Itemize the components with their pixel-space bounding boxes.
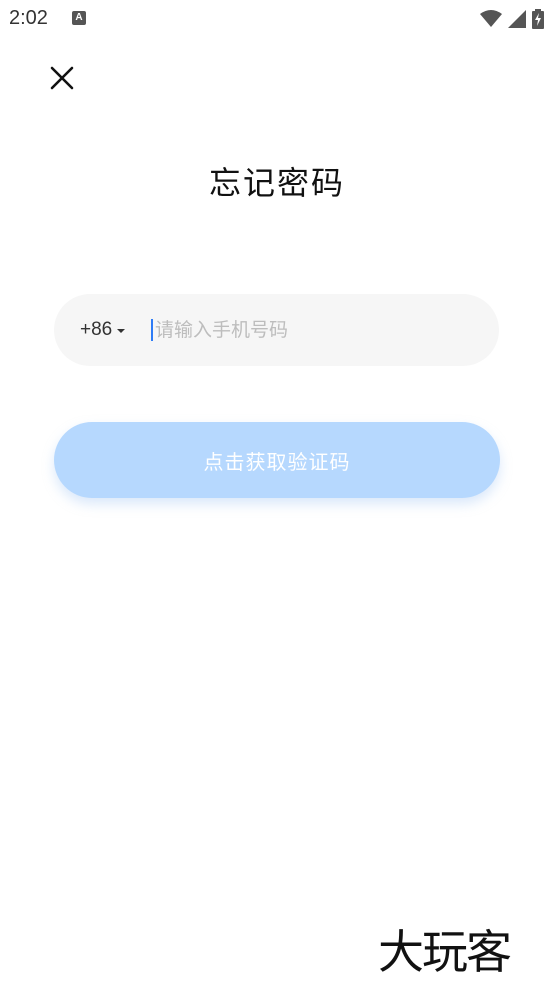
signal-icon [508, 10, 526, 28]
watermark-logo: 大玩客 [378, 925, 512, 979]
close-icon [50, 66, 74, 90]
page-title: 忘记密码 [208, 164, 345, 202]
status-bar: 2:02 A [0, 0, 554, 40]
status-icons [480, 8, 544, 30]
caret-down-icon [117, 329, 126, 333]
text-cursor [151, 319, 153, 341]
close-button[interactable] [44, 60, 80, 96]
status-time: 2:02 [9, 7, 48, 29]
notification-icon: A [72, 11, 86, 25]
battery-charging-icon [532, 9, 544, 29]
country-code-label: +86 [80, 319, 113, 340]
phone-input[interactable] [149, 294, 469, 366]
wifi-icon [480, 10, 502, 27]
get-code-button[interactable]: 点击获取验证码 [54, 422, 500, 498]
phone-field: +86 [54, 294, 499, 366]
country-code-selector[interactable]: +86 [80, 294, 126, 366]
